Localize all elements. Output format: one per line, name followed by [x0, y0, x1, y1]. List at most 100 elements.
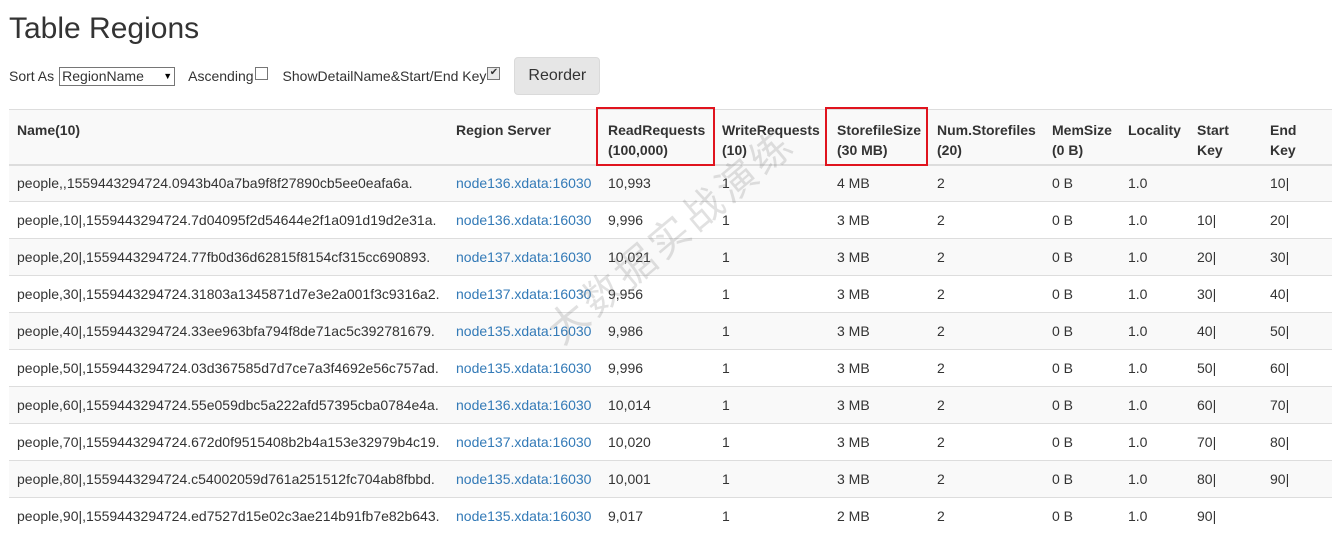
- checkmark-icon: ✔: [489, 67, 499, 78]
- cell-num-storefiles: 2: [929, 238, 1044, 276]
- cell-end-key: 40|: [1262, 275, 1332, 313]
- cell-storefile-size: 3 MB: [829, 201, 929, 239]
- cell-start-key: 20|: [1189, 238, 1262, 276]
- cell-region-server: node135.xdata:16030: [448, 349, 600, 387]
- page-title: Table Regions: [9, 12, 200, 45]
- cell-write-requests: 1: [714, 201, 829, 239]
- region-server-link[interactable]: node135.xdata:16030: [456, 360, 591, 376]
- cell-read-requests: 10,993: [600, 164, 714, 202]
- col-header-storefile-size[interactable]: StorefileSize (30 MB): [829, 109, 929, 166]
- regions-table: Name(10) Region Server ReadRequests (100,…: [9, 109, 1332, 535]
- cell-mem-size: 0 B: [1044, 312, 1120, 350]
- cell-storefile-size: 3 MB: [829, 312, 929, 350]
- region-server-link[interactable]: node135.xdata:16030: [456, 508, 591, 524]
- cell-storefile-size: 3 MB: [829, 275, 929, 313]
- cell-num-storefiles: 2: [929, 386, 1044, 424]
- cell-end-key: 70|: [1262, 386, 1332, 424]
- region-server-link[interactable]: node137.xdata:16030: [456, 286, 591, 302]
- cell-end-key: 80|: [1262, 423, 1332, 461]
- region-server-link[interactable]: node136.xdata:16030: [456, 212, 591, 228]
- table-header-row: Name(10) Region Server ReadRequests (100,…: [9, 109, 1332, 166]
- cell-read-requests: 9,017: [600, 497, 714, 535]
- cell-name: people,60|,1559443294724.55e059dbc5a222a…: [9, 386, 448, 424]
- sort-select-value: RegionName: [62, 68, 144, 84]
- cell-start-key: 10|: [1189, 201, 1262, 239]
- cell-read-requests: 9,956: [600, 275, 714, 313]
- cell-write-requests: 1: [714, 349, 829, 387]
- cell-locality: 1.0: [1120, 423, 1189, 461]
- cell-start-key: 70|: [1189, 423, 1262, 461]
- cell-num-storefiles: 2: [929, 423, 1044, 461]
- col-header-end-key[interactable]: End Key: [1262, 109, 1332, 166]
- col-header-mem-size[interactable]: MemSize (0 B): [1044, 109, 1120, 166]
- col-header-name[interactable]: Name(10): [9, 109, 448, 166]
- region-server-link[interactable]: node135.xdata:16030: [456, 323, 591, 339]
- cell-mem-size: 0 B: [1044, 460, 1120, 498]
- cell-region-server: node135.xdata:16030: [448, 312, 600, 350]
- cell-write-requests: 1: [714, 238, 829, 276]
- cell-mem-size: 0 B: [1044, 423, 1120, 461]
- cell-read-requests: 9,996: [600, 349, 714, 387]
- cell-read-requests: 9,996: [600, 201, 714, 239]
- col-header-region-server[interactable]: Region Server: [448, 109, 600, 166]
- dropdown-arrow-icon: ▼: [163, 71, 173, 81]
- cell-mem-size: 0 B: [1044, 164, 1120, 202]
- cell-num-storefiles: 2: [929, 201, 1044, 239]
- region-server-link[interactable]: node137.xdata:16030: [456, 434, 591, 450]
- cell-locality: 1.0: [1120, 201, 1189, 239]
- cell-region-server: node137.xdata:16030: [448, 275, 600, 313]
- cell-region-server: node136.xdata:16030: [448, 386, 600, 424]
- cell-start-key: 40|: [1189, 312, 1262, 350]
- table-row: people,,1559443294724.0943b40a7ba9f8f278…: [9, 164, 1332, 202]
- col-header-read-requests[interactable]: ReadRequests (100,000): [600, 109, 714, 166]
- cell-storefile-size: 2 MB: [829, 497, 929, 535]
- region-server-link[interactable]: node136.xdata:16030: [456, 175, 591, 191]
- cell-locality: 1.0: [1120, 164, 1189, 202]
- ascending-checkbox[interactable]: [254, 66, 268, 80]
- cell-start-key: 30|: [1189, 275, 1262, 313]
- cell-num-storefiles: 2: [929, 275, 1044, 313]
- show-detail-checkbox[interactable]: ✔: [487, 66, 501, 80]
- col-header-start-key[interactable]: Start Key: [1189, 109, 1262, 166]
- cell-region-server: node136.xdata:16030: [448, 201, 600, 239]
- cell-locality: 1.0: [1120, 275, 1189, 313]
- cell-write-requests: 1: [714, 312, 829, 350]
- region-server-link[interactable]: node136.xdata:16030: [456, 397, 591, 413]
- cell-name: people,30|,1559443294724.31803a1345871d7…: [9, 275, 448, 313]
- cell-read-requests: 10,021: [600, 238, 714, 276]
- cell-end-key: 20|: [1262, 201, 1332, 239]
- cell-locality: 1.0: [1120, 497, 1189, 535]
- cell-write-requests: 1: [714, 275, 829, 313]
- region-server-link[interactable]: node135.xdata:16030: [456, 471, 591, 487]
- cell-storefile-size: 3 MB: [829, 460, 929, 498]
- reorder-button[interactable]: Reorder: [514, 57, 601, 95]
- cell-region-server: node137.xdata:16030: [448, 423, 600, 461]
- table-row: people,90|,1559443294724.ed7527d15e02c3a…: [9, 497, 1332, 535]
- table-row: people,20|,1559443294724.77fb0d36d62815f…: [9, 238, 1332, 276]
- cell-name: people,90|,1559443294724.ed7527d15e02c3a…: [9, 497, 448, 535]
- cell-storefile-size: 4 MB: [829, 164, 929, 202]
- table-row: people,40|,1559443294724.33ee963bfa794f8…: [9, 312, 1332, 350]
- cell-write-requests: 1: [714, 386, 829, 424]
- col-header-locality[interactable]: Locality: [1120, 109, 1189, 166]
- cell-locality: 1.0: [1120, 349, 1189, 387]
- sort-controls: Sort As RegionName ▼ Ascending ShowDetai…: [9, 57, 601, 95]
- cell-name: people,40|,1559443294724.33ee963bfa794f8…: [9, 312, 448, 350]
- table-row: people,80|,1559443294724.c54002059d761a2…: [9, 460, 1332, 498]
- cell-write-requests: 1: [714, 497, 829, 535]
- region-server-link[interactable]: node137.xdata:16030: [456, 249, 591, 265]
- col-header-write-requests[interactable]: WriteRequests (10): [714, 109, 829, 166]
- cell-region-server: node135.xdata:16030: [448, 497, 600, 535]
- col-header-num-storefiles[interactable]: Num.Storefiles (20): [929, 109, 1044, 166]
- cell-name: people,80|,1559443294724.c54002059d761a2…: [9, 460, 448, 498]
- cell-locality: 1.0: [1120, 238, 1189, 276]
- cell-region-server: node137.xdata:16030: [448, 238, 600, 276]
- cell-locality: 1.0: [1120, 312, 1189, 350]
- sort-select[interactable]: RegionName ▼: [59, 66, 176, 86]
- show-detail-label: ShowDetailName&Start/End Key: [282, 68, 487, 84]
- cell-read-requests: 10,001: [600, 460, 714, 498]
- ascending-label: Ascending: [188, 68, 254, 84]
- cell-write-requests: 1: [714, 460, 829, 498]
- cell-name: people,20|,1559443294724.77fb0d36d62815f…: [9, 238, 448, 276]
- cell-write-requests: 1: [714, 423, 829, 461]
